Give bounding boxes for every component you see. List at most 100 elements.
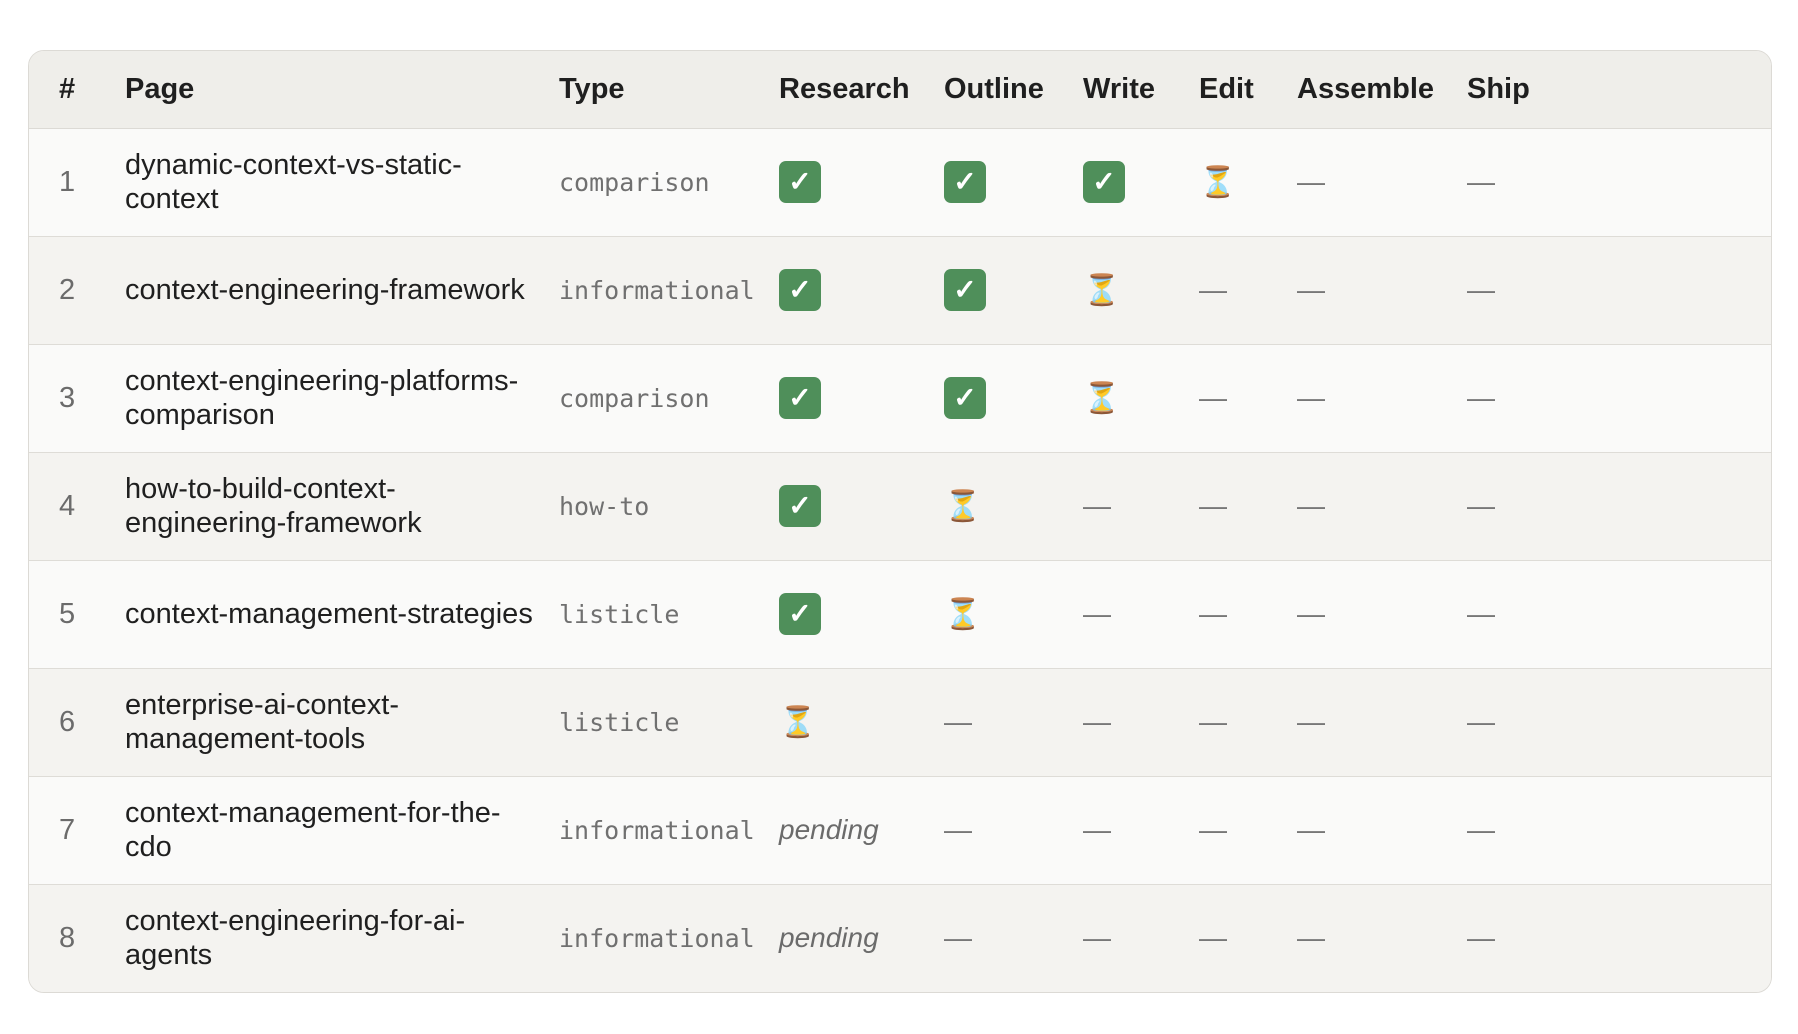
stage-cell-research: ✓: [779, 236, 944, 344]
pipeline-table: # Page Type Research Outline Write Edit …: [29, 51, 1771, 992]
page-slug[interactable]: context-management-strategies: [125, 597, 559, 631]
stage-cell-outline: ✓: [944, 344, 1083, 452]
stage-cell-ship: —: [1467, 560, 1771, 668]
dash-icon: —: [1467, 489, 1495, 521]
stage-cell-write: ✓: [1083, 128, 1199, 236]
page-cell: how-to-build-context-engineering-framewo…: [125, 452, 559, 560]
hourglass-icon: ⏳: [944, 597, 982, 631]
table-row[interactable]: 1 dynamic-context-vs-static-context compar…: [29, 128, 1771, 236]
stage-cell-edit: —: [1199, 236, 1297, 344]
table-row[interactable]: 4 how-to-build-context-engineering-framew…: [29, 452, 1771, 560]
page-type: comparison: [559, 167, 710, 197]
stage-cell-ship: —: [1467, 344, 1771, 452]
stage-cell-write: —: [1083, 560, 1199, 668]
stage-cell-assemble: —: [1297, 884, 1467, 992]
page-slug[interactable]: enterprise-ai-context-management-tools: [125, 688, 559, 756]
row-number: 3: [59, 381, 76, 414]
page-slug[interactable]: context-engineering-framework: [125, 273, 559, 307]
type-cell: informational: [559, 776, 779, 884]
row-number: 6: [59, 705, 76, 738]
row-number-cell: 2: [29, 236, 125, 344]
hourglass-icon: ⏳: [1083, 273, 1121, 307]
stage-cell-assemble: —: [1297, 128, 1467, 236]
page-cell: dynamic-context-vs-static-context: [125, 128, 559, 236]
dash-icon: —: [944, 813, 972, 845]
stage-cell-edit: ⏳: [1199, 128, 1297, 236]
stage-cell-assemble: —: [1297, 560, 1467, 668]
pending-status: pending: [779, 813, 879, 845]
stage-cell-assemble: —: [1297, 776, 1467, 884]
row-number: 1: [59, 165, 76, 198]
page-cell: context-engineering-platforms-comparison: [125, 344, 559, 452]
stage-cell-write: —: [1083, 668, 1199, 776]
page-slug[interactable]: context-engineering-platforms-comparison: [125, 364, 559, 432]
stage-cell-ship: —: [1467, 236, 1771, 344]
table-body: 1 dynamic-context-vs-static-context compar…: [29, 128, 1771, 992]
header-write[interactable]: Write: [1083, 51, 1199, 129]
page-slug[interactable]: how-to-build-context-engineering-framewo…: [125, 472, 559, 540]
stage-cell-outline: —: [944, 884, 1083, 992]
table-row[interactable]: 3 context-engineering-platforms-compariso…: [29, 344, 1771, 452]
table-row[interactable]: 2 context-engineering-framework informatio…: [29, 236, 1771, 344]
stage-cell-write: —: [1083, 452, 1199, 560]
dash-icon: —: [1467, 705, 1495, 737]
type-cell: informational: [559, 884, 779, 992]
check-icon: ✓: [779, 161, 821, 203]
header-page[interactable]: Page: [125, 51, 559, 129]
table-row[interactable]: 7 context-management-for-the-cdo informati…: [29, 776, 1771, 884]
stage-cell-write: —: [1083, 884, 1199, 992]
dash-icon: —: [1083, 489, 1111, 521]
table-row[interactable]: 8 context-engineering-for-ai-agents inform…: [29, 884, 1771, 992]
page-cell: context-management-strategies: [125, 560, 559, 668]
row-number-cell: 5: [29, 560, 125, 668]
stage-cell-ship: —: [1467, 452, 1771, 560]
check-icon: ✓: [944, 269, 986, 311]
row-number-cell: 3: [29, 344, 125, 452]
stage-cell-edit: —: [1199, 452, 1297, 560]
hourglass-icon: ⏳: [1199, 165, 1237, 199]
check-icon: ✓: [1083, 161, 1125, 203]
header-edit[interactable]: Edit: [1199, 51, 1297, 129]
header-type[interactable]: Type: [559, 51, 779, 129]
hourglass-icon: ⏳: [944, 489, 982, 523]
page-slug[interactable]: dynamic-context-vs-static-context: [125, 148, 559, 216]
header-outline[interactable]: Outline: [944, 51, 1083, 129]
dash-icon: —: [1297, 165, 1325, 197]
type-cell: comparison: [559, 128, 779, 236]
page-cell: enterprise-ai-context-management-tools: [125, 668, 559, 776]
check-icon: ✓: [779, 377, 821, 419]
row-number-cell: 7: [29, 776, 125, 884]
dash-icon: —: [1083, 597, 1111, 629]
page-cell: context-management-for-the-cdo: [125, 776, 559, 884]
stage-cell-ship: —: [1467, 776, 1771, 884]
header-research[interactable]: Research: [779, 51, 944, 129]
stage-cell-outline: —: [944, 776, 1083, 884]
check-icon: ✓: [944, 161, 986, 203]
stage-cell-write: ⏳: [1083, 344, 1199, 452]
stage-cell-research: ✓: [779, 344, 944, 452]
stage-cell-outline: ✓: [944, 236, 1083, 344]
header-assemble[interactable]: Assemble: [1297, 51, 1467, 129]
stage-cell-outline: ⏳: [944, 560, 1083, 668]
header-num[interactable]: #: [29, 51, 125, 129]
check-icon: ✓: [779, 593, 821, 635]
dash-icon: —: [1297, 921, 1325, 953]
dash-icon: —: [1199, 705, 1227, 737]
check-icon: ✓: [779, 269, 821, 311]
dash-icon: —: [1467, 813, 1495, 845]
table-row[interactable]: 6 enterprise-ai-context-management-tools l…: [29, 668, 1771, 776]
header-ship[interactable]: Ship: [1467, 51, 1771, 129]
type-cell: comparison: [559, 344, 779, 452]
dash-icon: —: [1199, 489, 1227, 521]
dash-icon: —: [1297, 381, 1325, 413]
page-slug[interactable]: context-engineering-for-ai-agents: [125, 904, 559, 972]
row-number-cell: 8: [29, 884, 125, 992]
page-type: listicle: [559, 707, 680, 737]
row-number-cell: 6: [29, 668, 125, 776]
table-header-row: # Page Type Research Outline Write Edit …: [29, 51, 1771, 129]
page-slug[interactable]: context-management-for-the-cdo: [125, 796, 559, 864]
stage-cell-edit: —: [1199, 776, 1297, 884]
stage-cell-outline: ✓: [944, 128, 1083, 236]
table-row[interactable]: 5 context-management-strategies listicle ✓ ⏳…: [29, 560, 1771, 668]
dash-icon: —: [1297, 597, 1325, 629]
